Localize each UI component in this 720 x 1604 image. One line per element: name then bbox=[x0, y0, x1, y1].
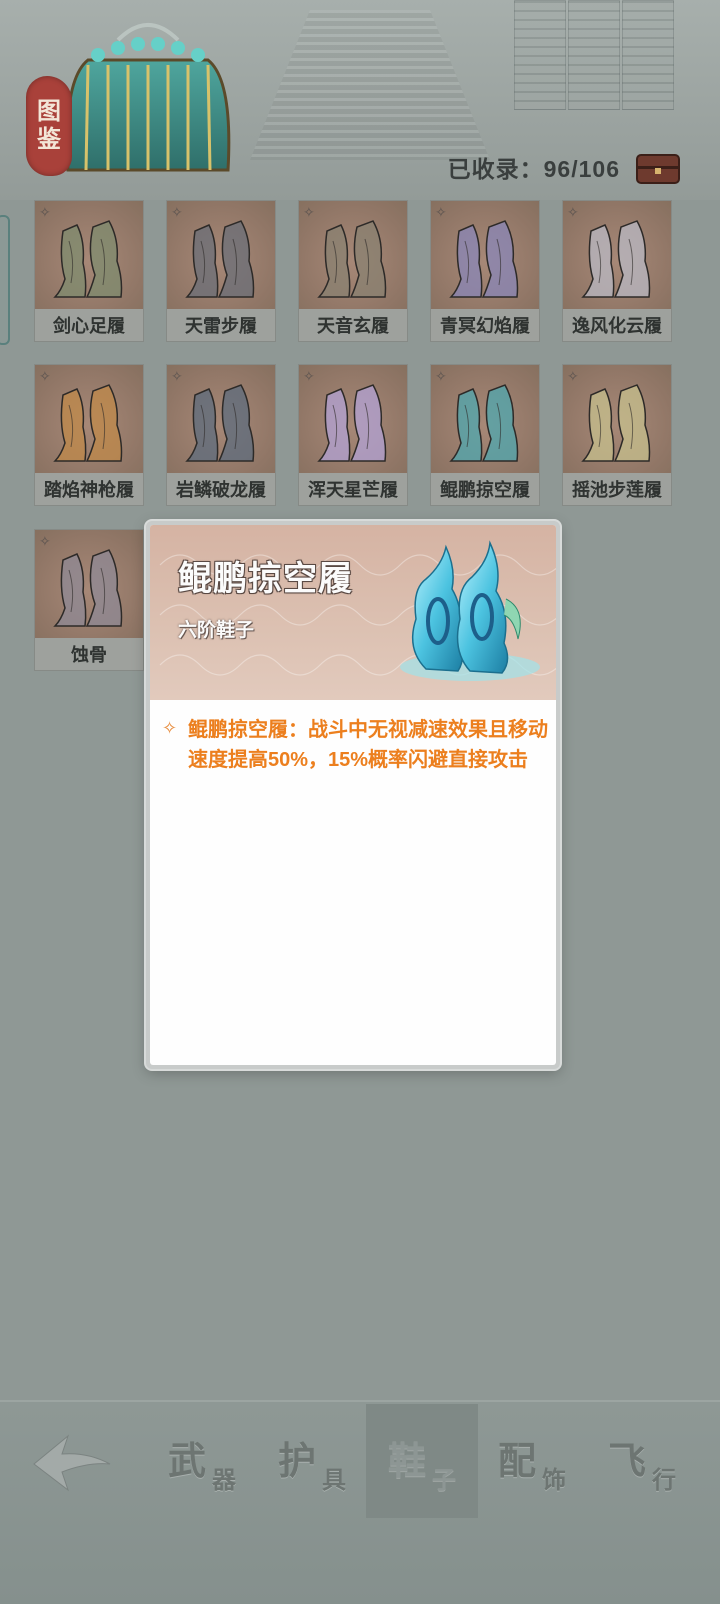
tab-weapon[interactable]: 武 器 bbox=[146, 1404, 258, 1518]
item-name: 踏焰神枪履 bbox=[44, 480, 134, 500]
folding-screen-art bbox=[65, 23, 231, 172]
tab-label-sub: 器 bbox=[212, 1465, 236, 1494]
rune-mark-icon: ✧ bbox=[171, 204, 183, 220]
header-banner: 图 鉴 已收录：96/106 bbox=[0, 0, 720, 200]
rune-mark-icon: ✧ bbox=[39, 368, 51, 384]
codex-item[interactable]: ✧ 鲲鹏掠空履 bbox=[430, 364, 540, 506]
item-name: 青冥幻焰履 bbox=[440, 316, 530, 336]
tab-armor[interactable]: 护 具 bbox=[256, 1404, 368, 1518]
codex-item[interactable]: ✧ 天雷步履 bbox=[166, 200, 276, 342]
codex-item[interactable]: ✧ 青冥幻焰履 bbox=[430, 200, 540, 342]
codex-item[interactable]: ✧ 剑心足履 bbox=[34, 200, 144, 342]
title-char: 图 bbox=[37, 98, 61, 125]
codex-item[interactable]: ✧ 浑天星芒履 bbox=[298, 364, 408, 506]
codex-item[interactable]: ✧ 踏焰神枪履 bbox=[34, 364, 144, 506]
item-name: 剑心足履 bbox=[53, 316, 125, 336]
rune-mark-icon: ✧ bbox=[171, 368, 183, 384]
rune-mark-icon: ✧ bbox=[435, 368, 447, 384]
treasure-chest-icon[interactable] bbox=[636, 154, 680, 184]
item-name: 天雷步履 bbox=[185, 316, 257, 336]
tab-label-main: 鞋 bbox=[388, 1438, 427, 1483]
background-scroll bbox=[622, 0, 674, 110]
modal-panel: 鲲鹏掠空履 六阶鞋子 ✧ 鲲鹏掠空履：战斗中无视减速效果且移动速度提高50%，1… bbox=[150, 525, 556, 1065]
tab-label-main: 配 bbox=[498, 1438, 537, 1483]
rune-mark-icon: ✧ bbox=[39, 533, 51, 549]
title-char: 鉴 bbox=[37, 126, 61, 153]
tab-label-sub: 行 bbox=[652, 1465, 676, 1494]
rune-mark-icon: ✧ bbox=[303, 368, 315, 384]
rune-mark-icon: ✧ bbox=[567, 204, 579, 220]
tab-label-sub: 子 bbox=[432, 1465, 456, 1494]
background-scroll bbox=[568, 0, 620, 110]
tab-shoes[interactable]: 鞋 子 bbox=[366, 1404, 478, 1518]
item-name: 蚀骨 bbox=[71, 645, 107, 665]
item-detail-modal[interactable]: 鲲鹏掠空履 六阶鞋子 ✧ 鲲鹏掠空履：战斗中无视减速效果且移动速度提高50%，1… bbox=[146, 521, 560, 1069]
item-name: 逸风化云履 bbox=[572, 316, 662, 336]
background-scroll bbox=[514, 0, 566, 110]
description-text: 鲲鹏掠空履：战斗中无视减速效果且移动速度提高50%，15%概率闪避直接攻击 bbox=[188, 719, 548, 771]
codex-item[interactable]: ✧ 蚀骨 bbox=[34, 529, 144, 671]
codex-item[interactable]: ✧ 天音玄履 bbox=[298, 200, 408, 342]
item-name: 岩鳞破龙履 bbox=[176, 480, 266, 500]
collected-count: 已收录：96/106 bbox=[447, 156, 620, 182]
codex-item[interactable]: ✧ 摇池步莲履 bbox=[562, 364, 672, 506]
back-arrow-icon[interactable] bbox=[28, 1430, 114, 1496]
rune-bullet-icon: ✧ bbox=[162, 718, 178, 738]
codex-title-seal: 图 鉴 bbox=[26, 76, 72, 176]
tab-label-sub: 具 bbox=[322, 1465, 346, 1494]
item-name: 摇池步莲履 bbox=[572, 480, 662, 500]
tab-flight[interactable]: 飞 行 bbox=[586, 1404, 698, 1518]
item-grade: 六阶鞋子 bbox=[178, 620, 255, 641]
rune-mark-icon: ✧ bbox=[39, 204, 51, 220]
item-title: 鲲鹏掠空履 bbox=[178, 559, 353, 599]
item-name: 浑天星芒履 bbox=[308, 480, 398, 500]
rune-mark-icon: ✧ bbox=[303, 204, 315, 220]
tab-label-main: 飞 bbox=[608, 1438, 647, 1483]
codex-item[interactable]: ✧ 逸风化云履 bbox=[562, 200, 672, 342]
tab-label-main: 武 bbox=[168, 1438, 207, 1483]
modal-header: 鲲鹏掠空履 六阶鞋子 bbox=[150, 525, 556, 700]
rune-mark-icon: ✧ bbox=[567, 368, 579, 384]
rune-mark-icon: ✧ bbox=[435, 204, 447, 220]
side-tab-handle[interactable] bbox=[0, 215, 10, 345]
codex-item[interactable]: ✧ 岩鳞破龙履 bbox=[166, 364, 276, 506]
item-name: 鲲鹏掠空履 bbox=[440, 480, 530, 500]
kunpeng-boots-icon bbox=[400, 540, 540, 681]
tab-label-sub: 饰 bbox=[542, 1465, 566, 1494]
bottom-nav: 武 器 护 具 鞋 子 配 饰 飞 行 bbox=[0, 1400, 720, 1604]
tab-accessory[interactable]: 配 饰 bbox=[476, 1404, 588, 1518]
background-stairs bbox=[250, 10, 490, 160]
item-name: 天音玄履 bbox=[317, 316, 389, 336]
tab-label-main: 护 bbox=[278, 1438, 317, 1483]
